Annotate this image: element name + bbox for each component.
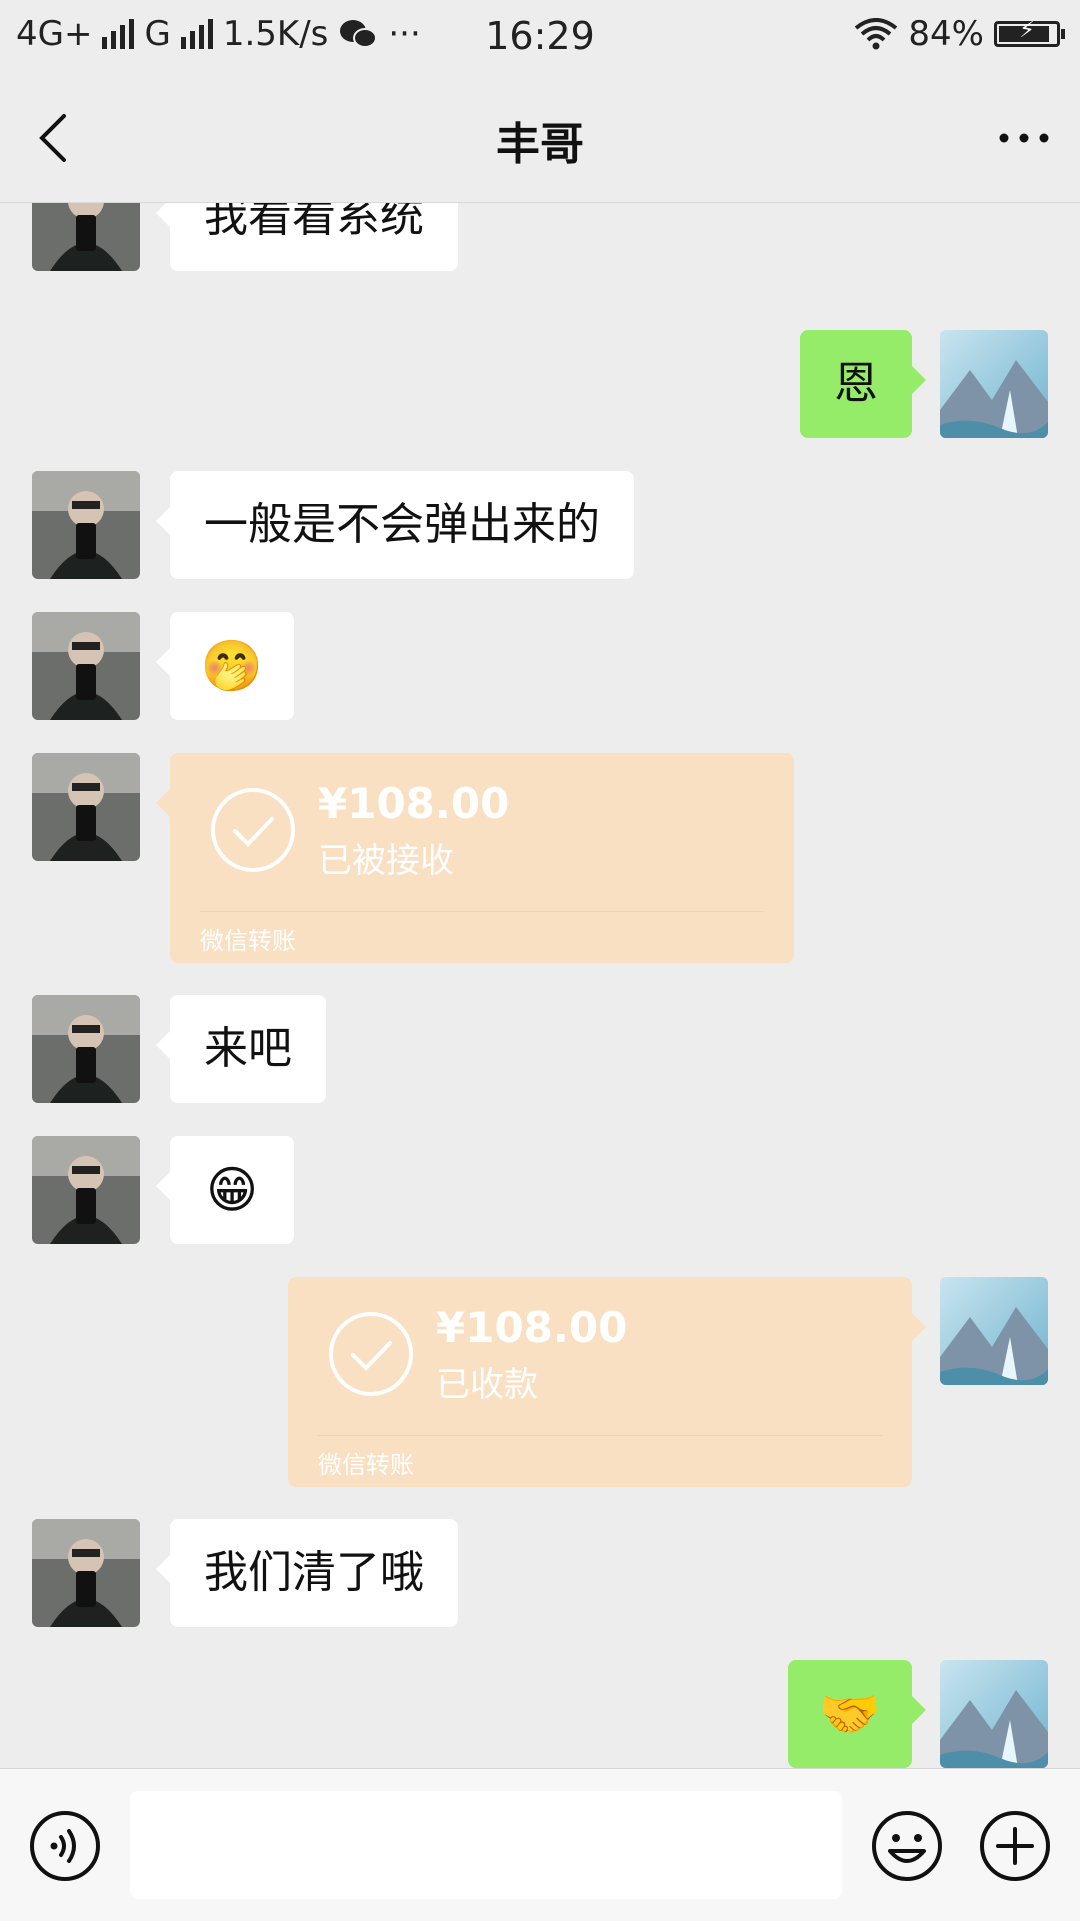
contact-avatar[interactable]: [32, 1136, 140, 1244]
message-item: ¥108.00 已被接收 微信转账: [0, 753, 1080, 963]
message-item: 🤝: [0, 1660, 1080, 1768]
message-bubble[interactable]: 我看看系统: [156, 203, 458, 271]
handshake-emoji-icon: 🤝: [818, 1685, 882, 1743]
chat-header: 丰哥: [0, 72, 1080, 203]
status-bar: 4G+ G 1.5K/s ··· 16:29 84% ⚡: [0, 0, 1080, 72]
message-bubble[interactable]: 🤭: [156, 612, 294, 720]
transfer-status: 已收款: [436, 1365, 538, 1405]
transfer-amount: ¥108.00: [436, 1303, 628, 1352]
transfer-amount: ¥108.00: [318, 779, 510, 828]
more-icon[interactable]: [994, 118, 1054, 158]
transfer-status: 已被接收: [318, 841, 454, 881]
contact-avatar[interactable]: [32, 471, 140, 579]
transfer-label: 微信转账: [200, 927, 296, 955]
contact-avatar[interactable]: [32, 753, 140, 861]
voice-icon[interactable]: [28, 1809, 102, 1883]
contact-avatar[interactable]: [32, 203, 140, 271]
message-item: 我看看系统: [0, 203, 1080, 271]
message-bubble[interactable]: 来吧: [156, 995, 326, 1103]
battery-percent: 84%: [908, 14, 984, 54]
status-right: 84% ⚡: [854, 14, 1065, 54]
transfer-divider: [200, 911, 764, 912]
transfer-label: 微信转账: [318, 1451, 414, 1479]
wifi-icon: [855, 18, 898, 50]
check-circle-icon: [211, 788, 295, 872]
chat-list[interactable]: 我看看系统 恩 一般是不会弹出来的 🤭 ¥108.00 已被接收 微信转账 来吧: [0, 203, 1080, 1768]
input-bar: [0, 1768, 1080, 1921]
transfer-card[interactable]: ¥108.00 已收款 微信转账: [288, 1277, 926, 1487]
message-item: 我们清了哦: [0, 1519, 1080, 1627]
message-item: 🤭: [0, 612, 1080, 720]
contact-avatar[interactable]: [32, 995, 140, 1103]
message-bubble[interactable]: 我们清了哦: [156, 1519, 458, 1627]
plus-icon[interactable]: [978, 1809, 1052, 1883]
check-circle-icon: [329, 1312, 413, 1396]
message-item: 来吧: [0, 995, 1080, 1103]
message-bubble[interactable]: 😁: [156, 1136, 294, 1244]
contact-avatar[interactable]: [32, 612, 140, 720]
covering-mouth-emoji-icon: 🤭: [200, 637, 264, 695]
battery-icon: ⚡: [994, 18, 1065, 47]
transfer-card[interactable]: ¥108.00 已被接收 微信转账: [156, 753, 794, 963]
message-item: 一般是不会弹出来的: [0, 471, 1080, 579]
smiley-icon[interactable]: [870, 1809, 944, 1883]
grin-emoji-icon: 😁: [205, 1161, 259, 1219]
my-avatar[interactable]: [940, 1277, 1048, 1385]
chat-title: 丰哥: [496, 119, 584, 170]
message-item: 😁: [0, 1136, 1080, 1244]
message-bubble[interactable]: 恩: [800, 330, 926, 438]
my-avatar[interactable]: [940, 330, 1048, 438]
transfer-divider: [318, 1435, 882, 1436]
contact-avatar[interactable]: [32, 1519, 140, 1627]
message-bubble[interactable]: 一般是不会弹出来的: [156, 471, 634, 579]
message-item: 恩: [0, 330, 1080, 438]
message-bubble[interactable]: 🤝: [788, 1660, 926, 1768]
message-input[interactable]: [130, 1791, 842, 1899]
my-avatar[interactable]: [940, 1660, 1048, 1768]
message-item: ¥108.00 已收款 微信转账: [0, 1277, 1080, 1487]
